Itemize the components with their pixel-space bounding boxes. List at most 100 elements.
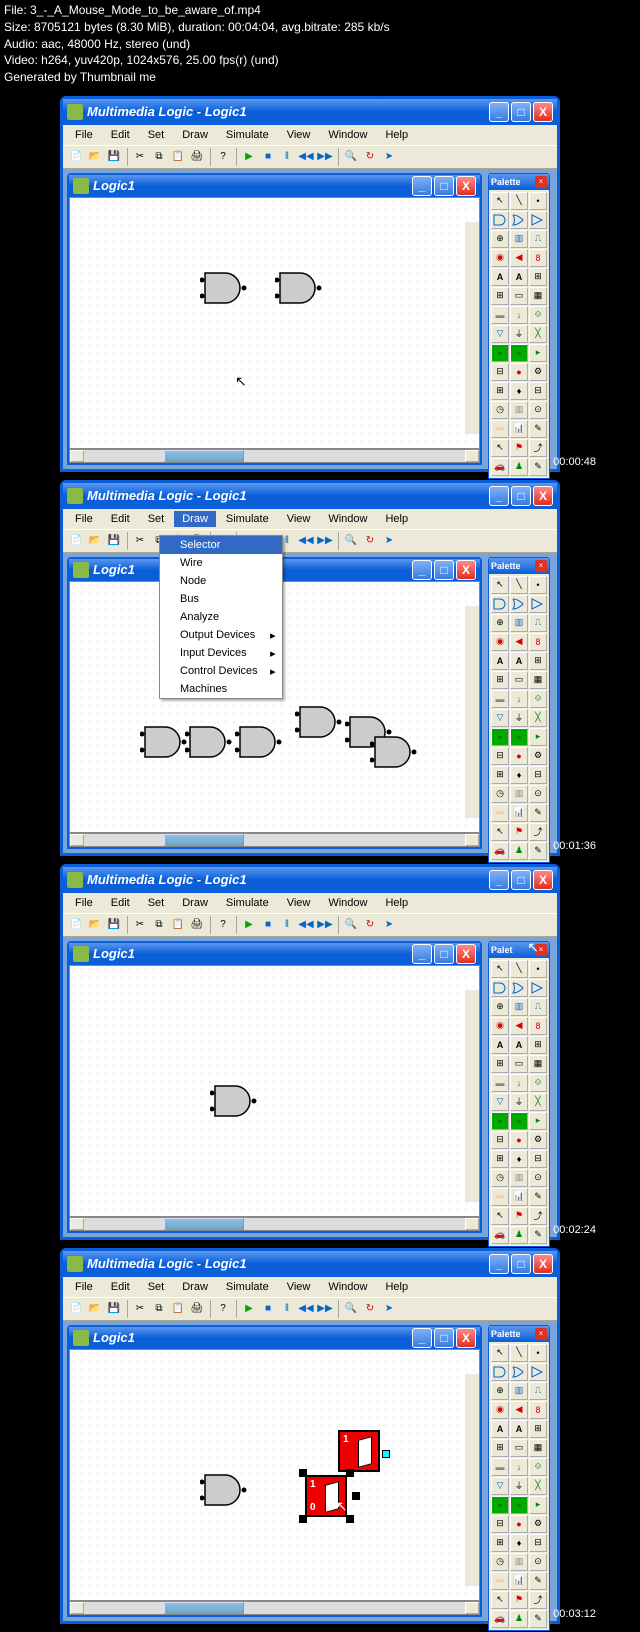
palette-funnel-icon[interactable]: ▽ — [491, 325, 509, 343]
maximize-button[interactable]: □ — [511, 1254, 531, 1274]
canvas[interactable]: 1 1 0 ↖ — [69, 1349, 480, 1601]
doc-minimize-button[interactable]: _ — [412, 944, 432, 964]
doc-close-button[interactable]: X — [456, 1328, 476, 1348]
minimize-button[interactable]: _ — [489, 1254, 509, 1274]
run-icon[interactable]: ▶ — [240, 1300, 258, 1318]
selection-handle[interactable] — [299, 1515, 307, 1523]
palette-clock2-icon[interactable]: ⊙ — [529, 401, 547, 419]
doc-minimize-button[interactable]: _ — [412, 176, 432, 196]
menu-simulate[interactable]: Simulate — [218, 127, 277, 143]
menu-window[interactable]: Window — [320, 1279, 375, 1295]
arrow-icon[interactable]: ➤ — [380, 532, 398, 550]
help-icon[interactable]: ? — [214, 916, 232, 934]
menu-item-control[interactable]: Control Devices▸ — [160, 662, 282, 680]
palette-car-icon[interactable]: 🚗 — [491, 458, 509, 476]
doc-maximize-button[interactable]: □ — [434, 560, 454, 580]
output-pin[interactable] — [382, 1450, 390, 1458]
selection-handle[interactable] — [346, 1515, 354, 1523]
menu-edit[interactable]: Edit — [103, 895, 138, 911]
menu-view[interactable]: View — [279, 127, 319, 143]
menu-file[interactable]: File — [67, 127, 101, 143]
scroll-thumb[interactable] — [164, 450, 244, 462]
palette-connector-icon[interactable]: ⟐ — [529, 306, 547, 324]
minimize-button[interactable]: _ — [489, 870, 509, 890]
palette-lamp-icon[interactable]: ● — [510, 363, 528, 381]
and-gate[interactable] — [200, 1470, 250, 1510]
menu-set[interactable]: Set — [140, 1279, 173, 1295]
arrow-icon[interactable]: ➤ — [380, 1300, 398, 1318]
and-gate[interactable] — [185, 722, 235, 762]
paste-icon[interactable]: 📋 — [169, 1300, 187, 1318]
menu-item-analyze[interactable]: Analyze — [160, 608, 282, 626]
step-icon[interactable]: ▶▶ — [316, 916, 334, 934]
palette-node-icon[interactable]: • — [529, 192, 547, 210]
menu-simulate[interactable]: Simulate — [218, 511, 277, 527]
doc-close-button[interactable]: X — [456, 560, 476, 580]
menu-draw[interactable]: Draw — [174, 895, 216, 911]
horizontal-scrollbar[interactable] — [69, 1601, 480, 1615]
palette-tool-icon[interactable]: ⚙ — [529, 363, 547, 381]
arrow-icon[interactable]: ➤ — [380, 916, 398, 934]
and-gate[interactable] — [275, 268, 325, 308]
palette-font-icon[interactable]: A — [510, 268, 528, 286]
palette-chip2-icon[interactable]: ▫ — [510, 344, 528, 362]
rewind-icon[interactable]: ◀◀ — [297, 148, 315, 166]
open-icon[interactable]: 📂 — [86, 532, 104, 550]
palette-close-button[interactable]: × — [535, 176, 547, 188]
maximize-button[interactable]: □ — [511, 486, 531, 506]
pause-icon[interactable]: ‖ — [278, 1300, 296, 1318]
open-icon[interactable]: 📂 — [86, 1300, 104, 1318]
close-button[interactable]: X — [533, 486, 553, 506]
pause-icon[interactable]: ‖ — [278, 916, 296, 934]
palette-not-icon[interactable] — [529, 211, 547, 229]
horizontal-scrollbar[interactable] — [69, 449, 480, 463]
save-icon[interactable]: 💾 — [105, 148, 123, 166]
doc-maximize-button[interactable]: □ — [434, 944, 454, 964]
reset-icon[interactable]: ↻ — [361, 148, 379, 166]
menu-set[interactable]: Set — [140, 127, 173, 143]
palette-close-button[interactable]: × — [535, 1328, 547, 1340]
menu-window[interactable]: Window — [320, 511, 375, 527]
palette-bus-icon[interactable]: ↓ — [510, 306, 528, 324]
palette-ground-icon[interactable]: ⏚ — [510, 325, 528, 343]
copy-icon[interactable]: ⧉ — [150, 1300, 168, 1318]
palette-xor-icon[interactable]: ⊕ — [491, 230, 509, 248]
palette-grid-icon[interactable]: ⊞ — [491, 382, 509, 400]
cut-icon[interactable]: ✂ — [131, 148, 149, 166]
palette-ram-icon[interactable]: ▬ — [491, 306, 509, 324]
menu-set[interactable]: Set — [140, 511, 173, 527]
palette-scope-icon[interactable]: 📊 — [510, 420, 528, 438]
and-gate[interactable] — [370, 732, 420, 772]
vertical-scrollbar[interactable] — [465, 1374, 479, 1586]
reset-icon[interactable]: ↻ — [361, 532, 379, 550]
save-icon[interactable]: 💾 — [105, 1300, 123, 1318]
zoom-icon[interactable]: 🔍 — [342, 1300, 360, 1318]
menu-draw[interactable]: Draw — [174, 127, 216, 143]
palette-chip-icon[interactable]: ▫ — [491, 344, 509, 362]
menu-file[interactable]: File — [67, 511, 101, 527]
save-icon[interactable]: 💾 — [105, 532, 123, 550]
help-icon[interactable]: ? — [214, 148, 232, 166]
cut-icon[interactable]: ✂ — [131, 1300, 149, 1318]
menu-item-machines[interactable]: Machines — [160, 680, 282, 698]
palette-close-button[interactable]: × — [535, 560, 547, 572]
doc-maximize-button[interactable]: □ — [434, 1328, 454, 1348]
palette-misc-icon[interactable]: ✎ — [529, 458, 547, 476]
palette-sound-icon[interactable]: ◀ — [510, 249, 528, 267]
doc-close-button[interactable]: X — [456, 176, 476, 196]
new-icon[interactable]: 📄 — [67, 148, 85, 166]
palette-clock-icon[interactable]: ⎍ — [529, 230, 547, 248]
menu-edit[interactable]: Edit — [103, 127, 138, 143]
reset-icon[interactable]: ↻ — [361, 1300, 379, 1318]
help-icon[interactable]: ? — [214, 1300, 232, 1318]
palette-flip-icon[interactable]: ▥ — [510, 230, 528, 248]
menu-set[interactable]: Set — [140, 895, 173, 911]
new-icon[interactable]: 📄 — [67, 916, 85, 934]
menu-help[interactable]: Help — [377, 1279, 416, 1295]
menu-draw[interactable]: Draw — [174, 1279, 216, 1295]
rewind-icon[interactable]: ◀◀ — [297, 916, 315, 934]
menu-view[interactable]: View — [279, 895, 319, 911]
menu-item-selector[interactable]: Selector — [160, 536, 282, 554]
scroll-left-button[interactable] — [70, 450, 84, 462]
doc-close-button[interactable]: X — [456, 944, 476, 964]
